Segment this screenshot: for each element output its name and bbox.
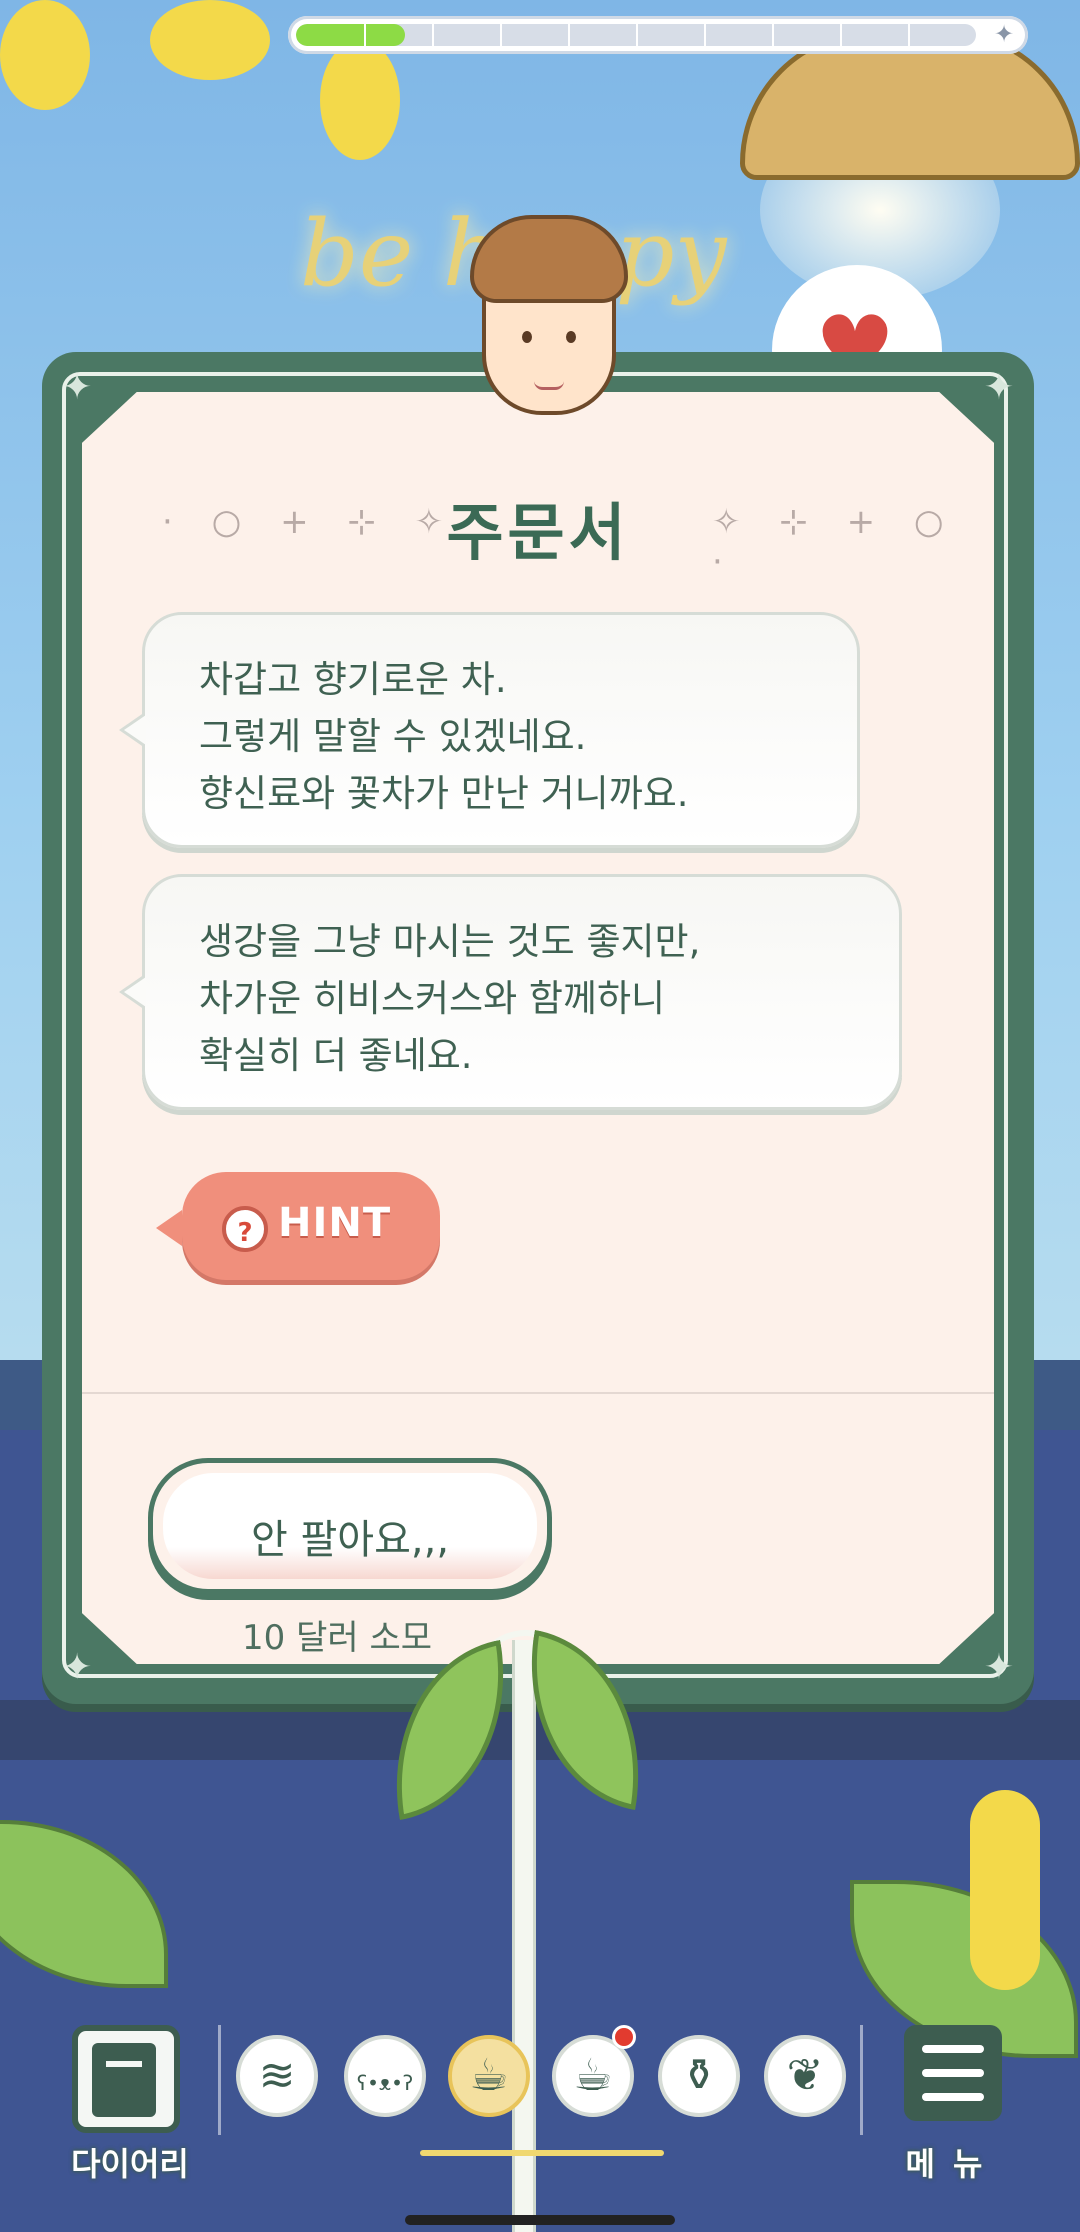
corner-star-icon: ✦: [62, 1647, 93, 1688]
progress-track: [296, 24, 976, 46]
mug-icon: ☕: [573, 2050, 613, 2101]
yellow-flowers-decoration: [970, 1790, 1040, 1990]
order-card: ✦ ✦ ✦ ✦ · ○ + ⊹ ✧ 주문서 ✧ ⊹ + ○ · 차갑고 향기로운…: [42, 352, 1034, 1704]
speech-bubble-1: 차갑고 향기로운 차. 그렇게 말할 수 있겠네요. 향신료와 꽃차가 만난 거…: [119, 612, 860, 848]
tool-button-potted-plant[interactable]: ❦: [764, 2035, 846, 2117]
watering-can-icon: ⚱: [680, 2050, 718, 2101]
progress-tick: [704, 24, 706, 46]
speech-line: 차가운 히비스커스와 함께하니: [199, 977, 666, 1020]
yellow-flowers-decoration: [150, 0, 270, 80]
card-paper: · ○ + ⊹ ✧ 주문서 ✧ ⊹ + ○ · 차갑고 향기로운 차. 그렇게 …: [82, 392, 994, 1664]
tool-scroll-indicator: [420, 2150, 664, 2156]
progress-tick: [500, 24, 502, 46]
home-indicator[interactable]: [405, 2215, 675, 2225]
speech-line: 그렇게 말할 수 있겠네요.: [199, 715, 587, 758]
speech-line: 향신료와 꽃차가 만난 거니까요.: [199, 772, 689, 815]
hamburger-line: [922, 2069, 984, 2077]
tool-button-cup[interactable]: ☕: [448, 2035, 530, 2117]
progress-tick: [568, 24, 570, 46]
hint-label: HINT: [278, 1200, 392, 1246]
corner-star-icon: ✦: [62, 367, 93, 408]
tool-button-sweep[interactable]: ≋: [236, 2035, 318, 2117]
progress-bar: ✦: [288, 16, 1028, 54]
progress-tick: [364, 24, 366, 46]
menu-button[interactable]: [904, 2025, 1002, 2121]
speech-line: 차갑고 향기로운 차.: [199, 658, 507, 701]
yellow-flowers-decoration: [320, 40, 400, 160]
yellow-flowers-decoration: [0, 0, 90, 110]
hamburger-line: [922, 2045, 984, 2053]
decline-cost: 10 달러 소모: [242, 1618, 432, 1658]
notification-dot: [612, 2025, 636, 2049]
speech-bubble-2: 생강을 그냥 마시는 것도 좋지만, 차가운 히비스커스와 함께하니 확실히 더…: [119, 874, 902, 1110]
hint-button[interactable]: ? HINT: [156, 1172, 440, 1280]
decline-button[interactable]: 안 팔아요,,,: [148, 1458, 552, 1594]
title-decoration: ✧ ⊹ + ○ ·: [712, 502, 958, 582]
progress-fill: [296, 24, 405, 46]
tool-button-watering-can[interactable]: ⚱: [658, 2035, 740, 2117]
bottom-toolbar: 다이어리 ≋ ʕ•ᴥ•ʔ ☕ ☕ ⚱ ❦ 메뉴: [0, 2005, 1080, 2232]
cup-icon: ☕: [469, 2050, 509, 2101]
diary-button[interactable]: [72, 2025, 180, 2133]
progress-tick: [432, 24, 434, 46]
mouth: [534, 381, 564, 390]
tool-button-bear[interactable]: ʕ•ᴥ•ʔ: [344, 2035, 426, 2117]
sweep-icon: ≋: [258, 2050, 296, 2101]
corner-star-icon: ✦: [983, 1647, 1014, 1688]
potted-plant-icon: ❦: [786, 2050, 824, 2101]
decline-label: 안 팔아요,,,: [250, 1517, 450, 1563]
diary-book-icon: [92, 2043, 156, 2117]
progress-tick: [636, 24, 638, 46]
bear-icon: ʕ•ᴥ•ʔ: [356, 2071, 414, 2095]
progress-tick: [772, 24, 774, 46]
customer-hair: [470, 215, 628, 303]
diary-label: 다이어리: [71, 2145, 189, 2183]
eye: [566, 331, 576, 343]
menu-label: 메뉴: [905, 2145, 1001, 2183]
progress-tick: [840, 24, 842, 46]
toolbar-separator: [218, 2025, 221, 2135]
corner-star-icon: ✦: [983, 367, 1014, 408]
eye: [522, 331, 532, 343]
speech-line: 생강을 그냥 마시는 것도 좋지만,: [199, 920, 701, 963]
card-divider: [82, 1392, 994, 1394]
hamburger-line: [922, 2093, 984, 2101]
decline-button-face: 안 팔아요,,,: [163, 1473, 537, 1579]
progress-tick: [908, 24, 910, 46]
customer-character: [460, 215, 630, 415]
sparkle-icon: ✦: [993, 20, 1015, 48]
speech-line: 확실히 더 좋네요.: [199, 1034, 473, 1077]
toolbar-separator: [860, 2025, 863, 2135]
magnifier-question-icon: ?: [222, 1206, 268, 1252]
